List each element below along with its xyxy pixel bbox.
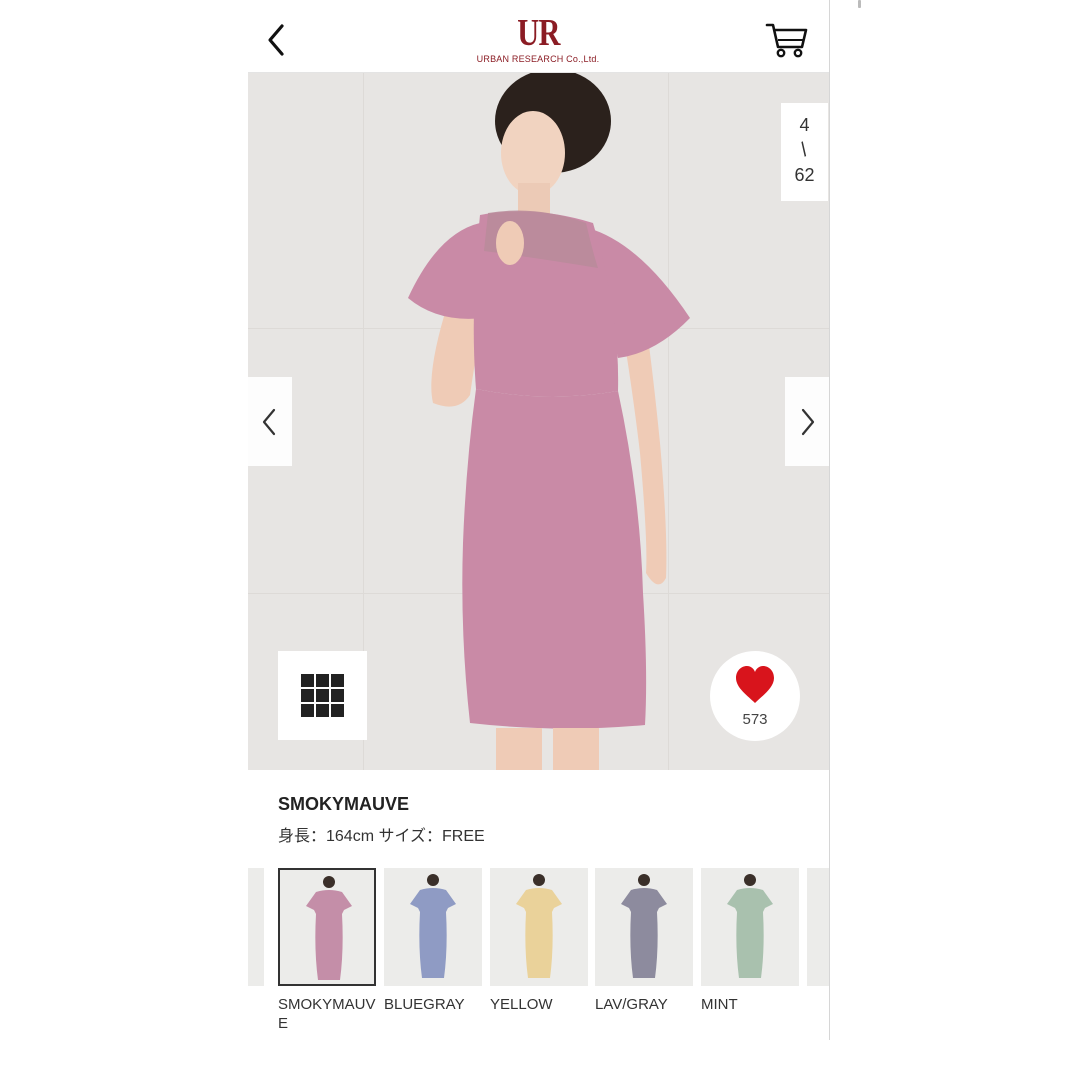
product-image[interactable]: 4 / 62 573: [248, 73, 829, 770]
color-thumbnail[interactable]: YELLOW: [490, 868, 588, 1015]
app-header: UR URBAN RESEARCH Co.,Ltd.: [248, 0, 829, 73]
thumbnail-label: BLUEGRAY: [384, 996, 465, 1013]
color-thumbnail[interactable]: SMOKYMAUVE: [278, 868, 376, 1033]
chevron-left-icon: [262, 408, 276, 436]
thumbnail-image: [701, 868, 799, 986]
thumbnail-image: [490, 868, 588, 986]
favorite-count: 573: [742, 711, 768, 728]
cart-icon: [765, 23, 808, 58]
thumbnail-image: [248, 868, 264, 986]
frame-divider: [829, 0, 830, 1040]
thumbnail-label: MINT: [701, 996, 738, 1013]
thumbnail-label: Y: [248, 995, 264, 1015]
thumbnail-image: [278, 868, 376, 986]
thumbnail-label: LAV/GRAY: [595, 996, 668, 1013]
thumbnail-label: YELLOW: [490, 996, 553, 1013]
logo-subtitle: URBAN RESEARCH Co.,Ltd.: [476, 54, 600, 64]
model-info: 身長：164cm サイズ：FREE: [278, 828, 485, 845]
thumbnail-image: [807, 868, 829, 986]
color-thumbnail[interactable]: [807, 868, 829, 1015]
favorite-button[interactable]: 573: [710, 651, 800, 741]
thumbnail-label: SMOKYMAUVE: [278, 996, 376, 1032]
grid-icon: [301, 674, 344, 717]
cart-button[interactable]: [764, 16, 810, 62]
image-counter: 4 / 62: [781, 103, 828, 201]
color-thumbnail[interactable]: MINT: [701, 868, 799, 1015]
thumbnail-image: [595, 868, 693, 986]
color-thumbnail[interactable]: BLUEGRAY: [384, 868, 482, 1015]
color-thumbnail[interactable]: LAV/GRAY: [595, 868, 693, 1015]
color-thumbnail[interactable]: Y: [248, 868, 264, 1015]
thumbnail-image: [384, 868, 482, 986]
thumbnail-label: [807, 995, 829, 1015]
color-name: SMOKYMAUVE: [278, 794, 410, 814]
image-grid-button[interactable]: [278, 651, 367, 740]
chevron-right-icon: [801, 408, 815, 436]
scroll-indicator: [858, 0, 861, 8]
heart-icon: [736, 666, 774, 703]
product-page: UR URBAN RESEARCH Co.,Ltd. 4 / 62 573 SM…: [248, 0, 829, 1040]
previous-image-button[interactable]: [248, 377, 292, 466]
logo-mark: UR: [516, 12, 560, 54]
brand-logo[interactable]: UR URBAN RESEARCH Co.,Ltd.: [458, 14, 618, 64]
color-thumbnail-strip[interactable]: Y SMOKYMAUVE BLUEGRAY YELLOW LAV/GRAY MINT: [248, 868, 829, 1040]
next-image-button[interactable]: [785, 377, 829, 466]
chevron-left-icon: [268, 24, 284, 56]
back-button[interactable]: [256, 20, 296, 60]
